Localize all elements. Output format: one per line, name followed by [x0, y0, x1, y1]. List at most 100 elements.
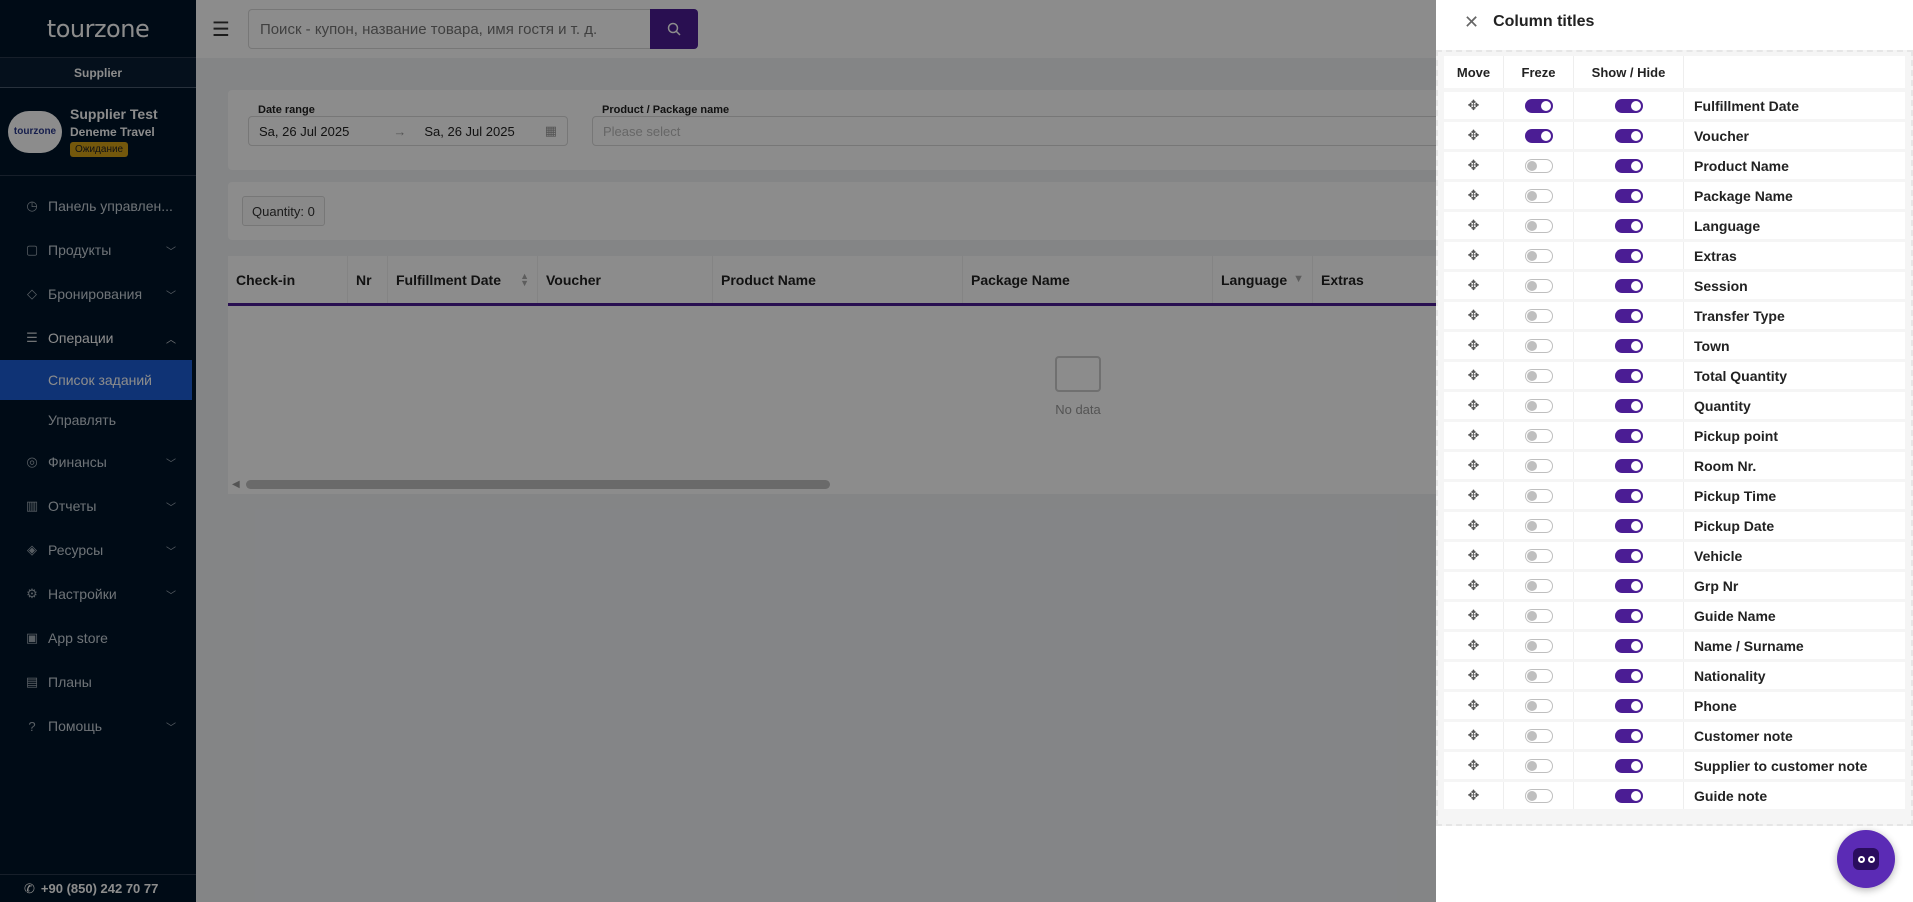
drag-move-icon[interactable]: ✥ [1468, 457, 1480, 474]
drag-move-icon[interactable]: ✥ [1468, 247, 1480, 264]
column-row: ✥ Guide note [1444, 782, 1905, 809]
freeze-toggle[interactable] [1524, 578, 1553, 593]
drag-move-icon[interactable]: ✥ [1468, 757, 1480, 774]
header-freeze: Freze [1504, 56, 1574, 88]
drag-move-icon[interactable]: ✥ [1468, 277, 1480, 294]
column-name: Guide Name [1694, 607, 1776, 624]
drag-move-icon[interactable]: ✥ [1468, 787, 1480, 804]
freeze-toggle[interactable] [1524, 638, 1553, 653]
show-hide-toggle[interactable] [1614, 548, 1643, 563]
drag-move-icon[interactable]: ✥ [1468, 577, 1480, 594]
freeze-toggle[interactable] [1524, 458, 1553, 473]
show-hide-toggle[interactable] [1614, 248, 1643, 263]
freeze-toggle[interactable] [1524, 728, 1553, 743]
freeze-toggle[interactable] [1524, 398, 1553, 413]
show-hide-toggle[interactable] [1614, 578, 1643, 593]
drag-move-icon[interactable]: ✥ [1468, 427, 1480, 444]
freeze-toggle[interactable] [1524, 758, 1553, 773]
drag-move-icon[interactable]: ✥ [1468, 727, 1480, 744]
show-hide-toggle[interactable] [1614, 128, 1643, 143]
column-name: Product Name [1694, 157, 1789, 174]
show-hide-toggle[interactable] [1614, 758, 1643, 773]
column-name: Room Nr. [1694, 457, 1757, 474]
show-hide-toggle[interactable] [1614, 698, 1643, 713]
column-row: ✥ Name / Surname [1444, 632, 1905, 659]
drag-move-icon[interactable]: ✥ [1468, 607, 1480, 624]
drag-move-icon[interactable]: ✥ [1468, 697, 1480, 714]
drag-move-icon[interactable]: ✥ [1468, 547, 1480, 564]
freeze-toggle[interactable] [1524, 158, 1553, 173]
column-row: ✥ Grp Nr [1444, 572, 1905, 599]
column-name: Language [1694, 217, 1761, 234]
drag-move-icon[interactable]: ✥ [1468, 217, 1480, 234]
column-name: Supplier to customer note [1694, 757, 1868, 774]
freeze-toggle[interactable] [1524, 668, 1553, 683]
show-hide-toggle[interactable] [1614, 608, 1643, 623]
show-hide-toggle[interactable] [1614, 428, 1643, 443]
freeze-toggle[interactable] [1524, 698, 1553, 713]
drag-move-icon[interactable]: ✥ [1468, 397, 1480, 414]
column-name: Pickup Time [1694, 487, 1777, 504]
show-hide-toggle[interactable] [1614, 188, 1643, 203]
freeze-toggle[interactable] [1524, 278, 1553, 293]
freeze-toggle[interactable] [1524, 488, 1553, 503]
close-icon[interactable]: ✕ [1464, 12, 1479, 33]
column-row: ✥ Supplier to customer note [1444, 752, 1905, 779]
drag-move-icon[interactable]: ✥ [1468, 337, 1480, 354]
show-hide-toggle[interactable] [1614, 278, 1643, 293]
drag-move-icon[interactable]: ✥ [1468, 307, 1480, 324]
column-name: Customer note [1694, 727, 1793, 744]
freeze-toggle[interactable] [1524, 128, 1553, 143]
show-hide-toggle[interactable] [1614, 398, 1643, 413]
drag-move-icon[interactable]: ✥ [1468, 517, 1480, 534]
drag-move-icon[interactable]: ✥ [1468, 157, 1480, 174]
freeze-toggle[interactable] [1524, 788, 1553, 803]
column-row: ✥ Extras [1444, 242, 1905, 269]
show-hide-toggle[interactable] [1614, 668, 1643, 683]
drag-move-icon[interactable]: ✥ [1468, 637, 1480, 654]
show-hide-toggle[interactable] [1614, 728, 1643, 743]
freeze-toggle[interactable] [1524, 248, 1553, 263]
freeze-toggle[interactable] [1524, 338, 1553, 353]
column-name: Town [1694, 337, 1730, 354]
column-row: ✥ Package Name [1444, 182, 1905, 209]
freeze-toggle[interactable] [1524, 368, 1553, 383]
column-name: Voucher [1694, 127, 1749, 144]
show-hide-toggle[interactable] [1614, 458, 1643, 473]
show-hide-toggle[interactable] [1614, 338, 1643, 353]
chat-button[interactable] [1837, 830, 1895, 888]
show-hide-toggle[interactable] [1614, 638, 1643, 653]
column-name: Grp Nr [1694, 577, 1739, 594]
freeze-toggle[interactable] [1524, 308, 1553, 323]
freeze-toggle[interactable] [1524, 608, 1553, 623]
freeze-toggle[interactable] [1524, 518, 1553, 533]
drag-move-icon[interactable]: ✥ [1468, 97, 1480, 114]
show-hide-toggle[interactable] [1614, 518, 1643, 533]
column-list: Move Freze Show / Hide ✥ Fulfillment Dat… [1436, 50, 1913, 826]
column-name: Extras [1694, 247, 1737, 264]
column-row: ✥ Product Name [1444, 152, 1905, 179]
freeze-toggle[interactable] [1524, 188, 1553, 203]
drag-move-icon[interactable]: ✥ [1468, 187, 1480, 204]
show-hide-toggle[interactable] [1614, 368, 1643, 383]
freeze-toggle[interactable] [1524, 98, 1553, 113]
drawer-header: ✕ Column titles [1436, 0, 1913, 44]
column-row: ✥ Session [1444, 272, 1905, 299]
header-move: Move [1444, 56, 1504, 88]
show-hide-toggle[interactable] [1614, 158, 1643, 173]
show-hide-toggle[interactable] [1614, 788, 1643, 803]
freeze-toggle[interactable] [1524, 218, 1553, 233]
show-hide-toggle[interactable] [1614, 488, 1643, 503]
show-hide-toggle[interactable] [1614, 98, 1643, 113]
column-row: ✥ Guide Name [1444, 602, 1905, 629]
drag-move-icon[interactable]: ✥ [1468, 487, 1480, 504]
show-hide-toggle[interactable] [1614, 308, 1643, 323]
freeze-toggle[interactable] [1524, 428, 1553, 443]
drawer-title: Column titles [1493, 13, 1595, 30]
freeze-toggle[interactable] [1524, 548, 1553, 563]
show-hide-toggle[interactable] [1614, 218, 1643, 233]
drag-move-icon[interactable]: ✥ [1468, 127, 1480, 144]
drag-move-icon[interactable]: ✥ [1468, 667, 1480, 684]
drag-move-icon[interactable]: ✥ [1468, 367, 1480, 384]
column-row: ✥ Vehicle [1444, 542, 1905, 569]
